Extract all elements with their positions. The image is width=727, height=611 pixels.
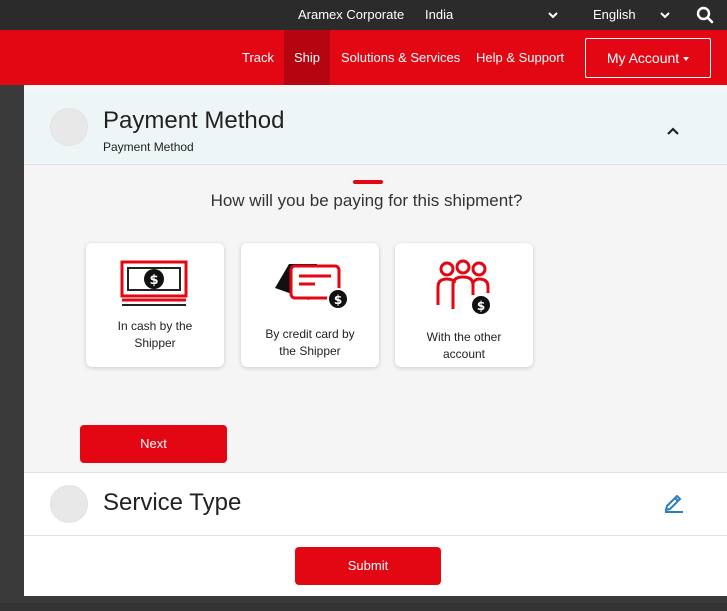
payment-method-header[interactable]: Payment Method Payment Method: [24, 90, 727, 165]
option-label: With the other: [426, 330, 502, 344]
option-label: In cash by the: [117, 319, 193, 333]
main-nav: Track Ship Solutions & Services Help & S…: [0, 30, 727, 85]
group-users-icon: $: [436, 259, 492, 316]
option-cash-by-shipper[interactable]: $ In cash by the Shipper: [86, 243, 224, 367]
service-type-header[interactable]: Service Type: [24, 472, 727, 536]
option-label: account: [442, 347, 486, 361]
edit-pencil-icon[interactable]: [663, 491, 685, 513]
shipment-form: Payment Method Payment Method How will y…: [24, 85, 727, 596]
nav-item-track[interactable]: Track: [242, 30, 274, 85]
caret-down-icon: [683, 57, 690, 62]
next-button[interactable]: Next: [80, 425, 227, 463]
section-title: Payment Method: [103, 107, 285, 134]
chevron-down-icon[interactable]: [659, 9, 671, 21]
svg-text:$: $: [149, 273, 158, 288]
option-other-account[interactable]: $ With the other account: [395, 243, 533, 367]
svg-text:$: $: [477, 299, 485, 313]
page-footer: [0, 603, 727, 611]
step-indicator: [50, 485, 88, 523]
step-indicator: [50, 108, 88, 146]
option-label: Shipper: [134, 336, 176, 350]
form-footer: Submit: [24, 536, 727, 596]
search-icon[interactable]: [696, 6, 714, 24]
section-subtitle: Payment Method: [103, 140, 194, 154]
payment-question: How will you be paying for this shipment…: [210, 191, 523, 210]
nav-item-ship[interactable]: Ship: [284, 30, 331, 85]
language-selector[interactable]: English: [593, 7, 636, 22]
chevron-down-icon[interactable]: [547, 9, 559, 21]
section-title: Service Type: [103, 489, 242, 516]
nav-item-help[interactable]: Help & Support: [476, 30, 564, 85]
option-card-by-shipper[interactable]: $ By credit card by the Shipper: [241, 243, 379, 367]
divider: [353, 180, 383, 184]
svg-text:$: $: [334, 293, 342, 307]
cash-icon: $: [120, 260, 188, 306]
utility-bar: Aramex Corporate India English: [0, 0, 727, 30]
credit-card-icon: $: [275, 264, 349, 310]
option-label: the Shipper: [279, 344, 341, 358]
submit-button[interactable]: Submit: [295, 547, 441, 585]
my-account-label: My Account: [606, 50, 680, 66]
my-account-button[interactable]: My Account: [585, 38, 711, 78]
aramex-corporate-link[interactable]: Aramex Corporate: [298, 7, 404, 22]
nav-item-solutions[interactable]: Solutions & Services: [341, 30, 460, 85]
country-selector[interactable]: India: [425, 7, 453, 22]
option-label: By credit card by: [265, 327, 355, 341]
chevron-up-icon[interactable]: [666, 126, 680, 136]
